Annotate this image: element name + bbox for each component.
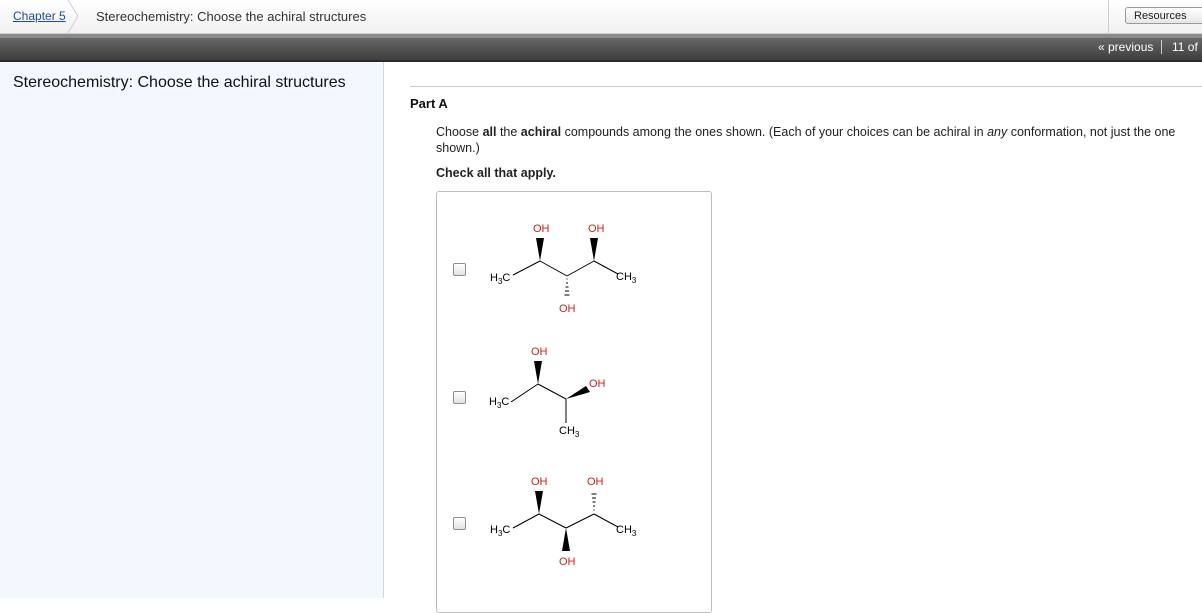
choices-container [436, 191, 712, 613]
nav-divider [1161, 40, 1162, 54]
question-text: Choose all the achiral compounds among t… [436, 125, 1176, 155]
nav-bar: « previous 11 of [0, 34, 1202, 62]
emphasis-all: all [482, 125, 497, 139]
resources-button[interactable]: Resources [1125, 7, 1202, 24]
part-divider [410, 86, 1202, 87]
breadcrumb-bar: Chapter 5 Stereochemistry: Choose the ac… [0, 0, 1202, 34]
chapter-link[interactable]: Chapter 5 [13, 9, 66, 23]
sidebar: Stereochemistry: Choose the achiral stru… [0, 62, 384, 598]
breadcrumb-separator-icon [67, 0, 79, 33]
sidebar-title: Stereochemistry: Choose the achiral stru… [13, 74, 346, 91]
instruction-text: Check all that apply. [436, 166, 556, 180]
breadcrumb-title: Stereochemistry: Choose the achiral stru… [96, 9, 367, 24]
emphasis-any: any [987, 125, 1008, 139]
divider [1108, 0, 1109, 33]
previous-link[interactable]: « previous [1098, 40, 1153, 54]
part-label: Part A [410, 96, 448, 111]
page-counter: 11 of [1172, 40, 1198, 54]
nav-bar-highlight [0, 34, 1202, 38]
choice-1-checkbox[interactable] [453, 263, 466, 276]
choice-3-checkbox[interactable] [453, 517, 466, 530]
choice-2-checkbox[interactable] [453, 391, 466, 404]
emphasis-achiral: achiral [520, 125, 562, 139]
